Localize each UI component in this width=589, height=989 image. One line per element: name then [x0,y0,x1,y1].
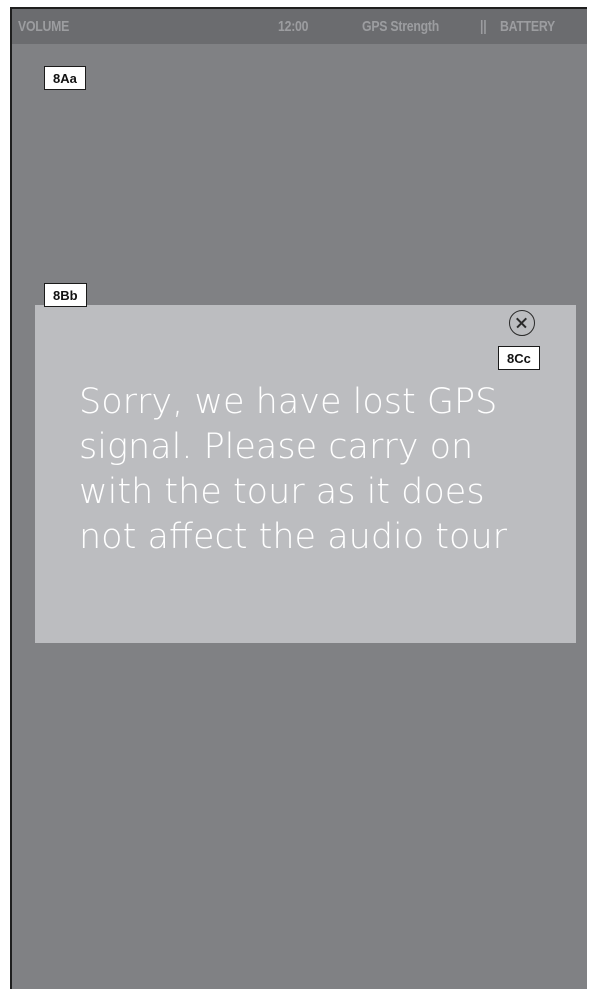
annotation-tag-dialog: 8Bb [44,283,87,307]
message-line: not affect the audio tour [79,517,508,557]
gps-lost-message: Sorry, we have lost GPS signal. Please c… [79,380,549,560]
annotation-tag-close: 8Cc [498,346,540,370]
message-line: Sorry, we have lost GPS [79,382,498,422]
close-icon[interactable] [509,310,535,336]
gps-strength-indicator: GPS Strength [362,18,440,35]
clock: 12:00 [278,18,309,35]
annotation-tag-screen: 8Aa [44,66,86,90]
message-line: with the tour as it does [79,472,485,512]
battery-indicator: BATTERY [500,18,556,35]
volume-indicator: VOLUME [18,18,70,35]
status-separator: || [480,18,487,35]
status-bar: VOLUME 12:00 GPS Strength || BATTERY [12,9,587,44]
message-line: signal. Please carry on [79,427,474,467]
